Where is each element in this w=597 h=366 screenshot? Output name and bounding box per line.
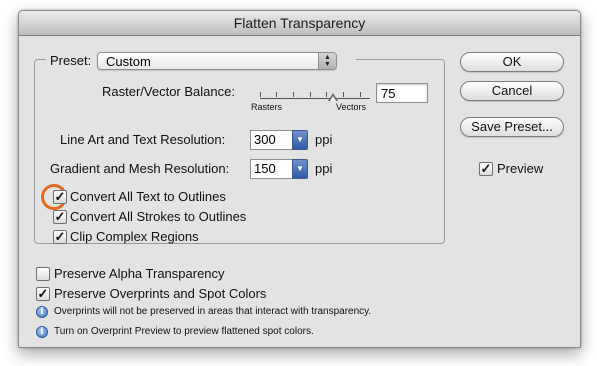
line-art-label: Line Art and Text Resolution: xyxy=(60,132,226,147)
preset-select[interactable]: Custom ▲ ▼ xyxy=(97,52,337,70)
preset-value: Custom xyxy=(106,54,151,69)
dropdown-arrow-icon[interactable]: ▼ xyxy=(292,159,308,179)
info-icon: i xyxy=(36,326,48,338)
gradient-label: Gradient and Mesh Resolution: xyxy=(50,161,230,176)
preserve-alpha-checkbox[interactable] xyxy=(36,267,50,281)
preserve-overprints-checkbox[interactable]: ✓ xyxy=(36,287,50,301)
flatten-transparency-dialog: Flatten Transparency Preset: Custom ▲ ▼ R… xyxy=(18,10,581,348)
balance-value-field[interactable]: 75 xyxy=(376,83,428,103)
gradient-resolution-combo[interactable]: 150 ▼ xyxy=(250,159,308,179)
balance-label: Raster/Vector Balance: xyxy=(102,84,235,99)
save-preset-button[interactable]: Save Preset... xyxy=(460,117,564,137)
gradient-value: 150 xyxy=(254,161,276,176)
slider-tick xyxy=(360,92,361,97)
ok-button[interactable]: OK xyxy=(460,52,564,72)
preview-checkbox[interactable]: ✓ xyxy=(479,162,493,176)
overprint-note: Overprints will not be preserved in area… xyxy=(54,306,372,317)
line-art-value: 300 xyxy=(254,132,276,147)
slider-tick xyxy=(326,92,327,97)
clip-regions-checkbox[interactable]: ✓ xyxy=(53,230,67,244)
slider-tick xyxy=(310,92,311,97)
preset-label: Preset: xyxy=(50,53,92,68)
preserve-overprints-label: Preserve Overprints and Spot Colors xyxy=(54,286,267,301)
rasters-label: Rasters xyxy=(251,102,283,112)
window-title: Flatten Transparency xyxy=(19,11,580,36)
cancel-button[interactable]: Cancel xyxy=(460,81,564,101)
spot-color-note: Turn on Overprint Preview to preview fla… xyxy=(54,326,314,337)
slider-tick xyxy=(276,92,277,97)
dialog-content: Preset: Custom ▲ ▼ Raster/Vector Balance:… xyxy=(19,36,580,347)
dropdown-arrow-icon[interactable]: ▼ xyxy=(292,130,308,150)
clip-regions-label: Clip Complex Regions xyxy=(70,229,199,244)
gradient-unit: ppi xyxy=(315,161,333,176)
info-icon: i xyxy=(36,306,48,318)
line-art-unit: ppi xyxy=(315,132,333,147)
preserve-alpha-label: Preserve Alpha Transparency xyxy=(54,266,225,281)
slider-tick xyxy=(260,92,261,97)
convert-strokes-label: Convert All Strokes to Outlines xyxy=(70,209,247,224)
preview-label: Preview xyxy=(497,161,544,176)
balance-slider-thumb-inner xyxy=(330,96,336,101)
convert-text-checkbox[interactable]: ✓ xyxy=(53,190,67,204)
line-art-resolution-combo[interactable]: 300 ▼ xyxy=(250,130,308,150)
slider-tick xyxy=(343,92,344,97)
vectors-label: Vectors xyxy=(336,102,367,112)
balance-slider-track[interactable] xyxy=(260,98,370,99)
slider-tick xyxy=(293,92,294,97)
convert-strokes-checkbox[interactable]: ✓ xyxy=(53,210,67,224)
convert-text-label: Convert All Text to Outlines xyxy=(70,189,226,204)
updown-arrows-icon: ▲ ▼ xyxy=(318,53,336,69)
